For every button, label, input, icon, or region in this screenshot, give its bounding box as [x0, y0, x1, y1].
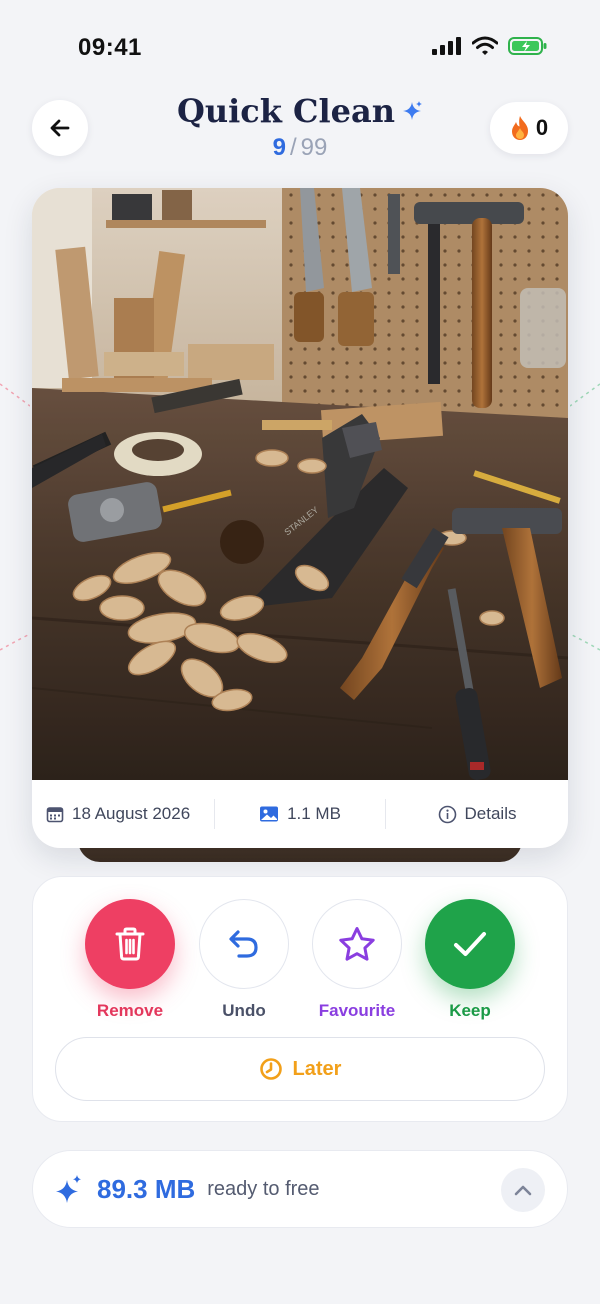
details-label: Details: [464, 804, 517, 823]
summary-bar[interactable]: 89.3 MB ready to free: [32, 1150, 568, 1228]
later-label: Later: [292, 1057, 342, 1080]
decorative-arc-right-2: [570, 633, 600, 651]
trash-icon: [115, 927, 145, 961]
undo-circle[interactable]: [199, 899, 289, 989]
photo-date: 18 August 2026: [32, 780, 214, 848]
decorative-arc-left: [0, 383, 30, 407]
streak-count: 0: [535, 115, 549, 140]
wifi-icon: [472, 36, 498, 55]
undo-button[interactable]: Undo: [199, 899, 289, 1021]
sparkle-icon: [56, 1175, 81, 1203]
decorative-arc-left-2: [0, 633, 30, 651]
check-icon: [454, 932, 486, 956]
photo-image[interactable]: STANLEY: [32, 188, 568, 780]
photo-meta-bar: 18 August 2026 1.1 MB Details: [32, 780, 568, 848]
favourite-circle[interactable]: [312, 899, 402, 989]
decorative-arc-right: [570, 383, 600, 407]
streak-pill[interactable]: 0: [490, 102, 568, 154]
expand-button[interactable]: [501, 1168, 545, 1212]
keep-circle[interactable]: [425, 899, 515, 989]
clock-icon: [259, 1058, 282, 1080]
remove-button[interactable]: Remove: [85, 899, 175, 1021]
action-panel: Remove Undo Favourite Keep Later: [32, 876, 568, 1122]
favourite-label: Favourite: [318, 1001, 396, 1020]
chevron-up-icon: [514, 1185, 532, 1196]
image-icon: [260, 806, 279, 822]
details-button[interactable]: Details: [386, 780, 568, 848]
later-button[interactable]: Later: [55, 1037, 545, 1101]
progress-total: 99: [300, 134, 328, 161]
remove-label: Remove: [96, 1001, 164, 1020]
flame-icon: [511, 116, 528, 140]
workbench-photo: STANLEY: [32, 188, 568, 780]
summary-value: 89.3 MB: [97, 1173, 196, 1204]
sparkle-icon: [403, 101, 423, 120]
page-title-text: Quick Clean: [176, 92, 396, 130]
calendar-icon: [46, 807, 64, 823]
photo-size-text: 1.1 MB: [287, 804, 341, 823]
page-title: Quick Clean: [177, 92, 423, 130]
signal-icon: [432, 37, 461, 55]
progress-current: 9: [272, 134, 286, 161]
undo-icon: [229, 930, 258, 958]
battery-icon: [508, 37, 547, 55]
photo-size: 1.1 MB: [214, 799, 386, 829]
star-icon: [339, 927, 375, 961]
favourite-button[interactable]: Favourite: [312, 899, 402, 1021]
progress-separator: /: [289, 134, 297, 161]
summary-text: ready to free: [207, 1177, 320, 1200]
photo-date-text: 18 August 2026: [72, 804, 191, 823]
keep-label: Keep: [449, 1001, 491, 1020]
status-bar: 09:41: [0, 0, 600, 96]
info-icon: [438, 805, 456, 823]
status-icons: [432, 36, 548, 56]
keep-button[interactable]: Keep: [425, 899, 515, 1021]
status-time: 09:41: [78, 34, 142, 61]
undo-label: Undo: [222, 1001, 266, 1020]
photo-card[interactable]: STANLEY 18 August 2026 1.1 MB Details: [32, 188, 568, 848]
remove-circle[interactable]: [85, 899, 175, 989]
